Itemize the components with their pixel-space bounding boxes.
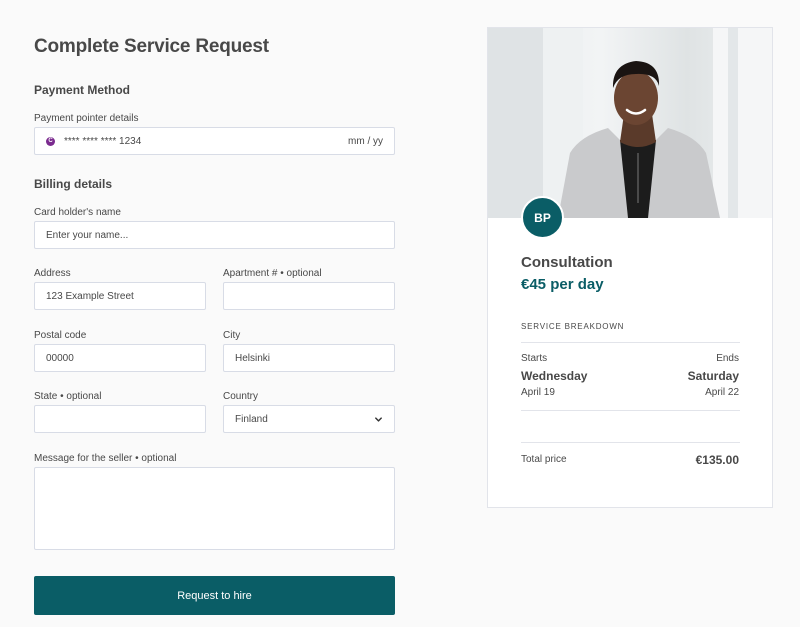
payment-section-title: Payment Method [34, 83, 131, 97]
message-textarea[interactable] [34, 467, 395, 550]
card-input[interactable]: C **** **** **** 1234 mm / yy [34, 127, 395, 155]
state-field[interactable] [34, 405, 206, 433]
postal-field[interactable]: 00000 [34, 344, 206, 372]
state-label: State • optional [34, 391, 102, 402]
divider [521, 442, 740, 443]
name-label: Card holder's name [34, 207, 121, 218]
card-number: **** **** **** 1234 [64, 135, 142, 147]
end-day: Saturday [687, 369, 739, 383]
address-label: Address [34, 268, 71, 279]
listing-card: BP Consultation €45 per day SERVICE BREA… [487, 27, 773, 508]
billing-section-title: Billing details [34, 177, 113, 191]
starts-label: Starts [521, 353, 548, 364]
name-field[interactable]: Enter your name... [34, 221, 395, 249]
apartment-label: Apartment # • optional [223, 268, 322, 279]
city-value: Helsinki [235, 352, 271, 364]
end-date: April 22 [705, 387, 739, 398]
address-field[interactable]: 123 Example Street [34, 282, 206, 310]
postal-value: 00000 [46, 352, 74, 364]
country-value: Finland [235, 413, 268, 425]
listing-photo [488, 28, 772, 218]
breakdown-title: SERVICE BREAKDOWN [521, 322, 625, 331]
divider [521, 410, 740, 411]
divider [521, 342, 740, 343]
card-brand-icon: C [46, 136, 55, 146]
country-select[interactable]: Finland [223, 405, 395, 433]
name-placeholder: Enter your name... [46, 229, 129, 241]
avatar[interactable]: BP [521, 196, 564, 239]
message-label: Message for the seller • optional [34, 453, 177, 464]
ends-label: Ends [716, 353, 739, 364]
listing-title: Consultation [521, 254, 613, 271]
payment-pointer-label: Payment pointer details [34, 113, 139, 124]
address-value: 123 Example Street [46, 290, 134, 302]
total-label: Total price [521, 454, 567, 465]
page-title: Complete Service Request [34, 36, 269, 57]
request-to-hire-button[interactable]: Request to hire [34, 576, 395, 615]
listing-price: €45 per day [521, 276, 604, 293]
total-value: €135.00 [695, 453, 739, 467]
postal-label: Postal code [34, 330, 87, 341]
expiry-field[interactable]: mm / yy [348, 136, 383, 147]
city-field[interactable]: Helsinki [223, 344, 395, 372]
city-label: City [223, 330, 241, 341]
apartment-field[interactable] [223, 282, 395, 310]
country-label: Country [223, 391, 259, 402]
start-day: Wednesday [521, 369, 588, 383]
chevron-down-icon [375, 416, 382, 422]
person-photo [488, 28, 772, 218]
start-date: April 19 [521, 387, 555, 398]
